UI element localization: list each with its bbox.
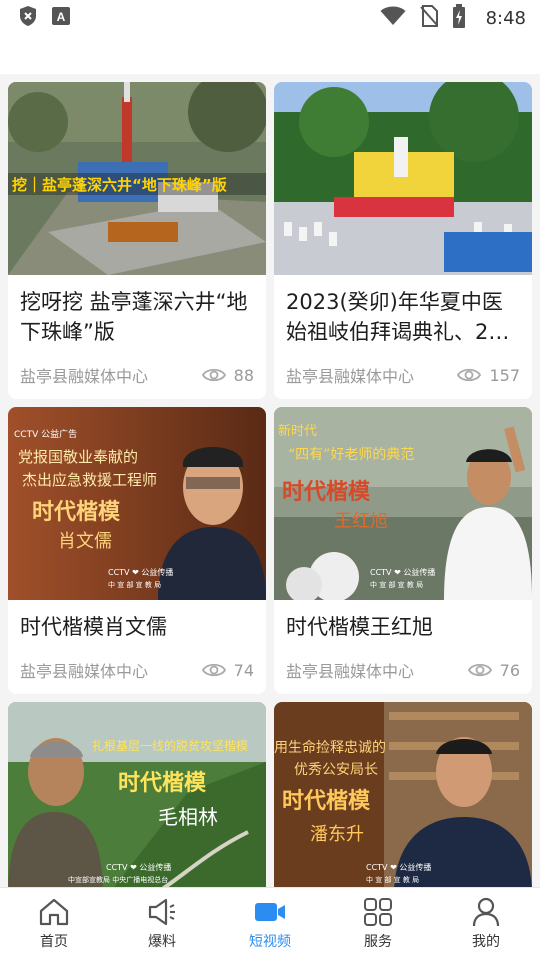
view-count-value: 76 <box>499 660 520 680</box>
thumbnail-brand: CCTV ❤ 公益传播 <box>366 862 431 872</box>
thumbnail-caption: 挖｜盐亭蓬深六井“地下珠峰”版 <box>12 176 227 194</box>
video-thumbnail[interactable]: 新时代 “四有”好老师的典范 时代楷模 王红旭 CCTV ❤ 公益传播 中 宣 … <box>274 407 532 600</box>
wifi-icon <box>380 6 406 30</box>
battery-charging-icon <box>452 4 466 32</box>
svg-text:A: A <box>57 10 66 24</box>
eye-icon <box>201 368 226 382</box>
video-thumbnail[interactable]: 用生命捡释忠诚的 优秀公安局长 时代楷模 潘东升 CCTV ❤ 公益传播 中 宣… <box>274 702 532 895</box>
thumbnail-brand: CCTV ❤ 公益传播 <box>108 567 173 577</box>
grid-apps-icon <box>364 898 392 926</box>
video-grid: 挖｜盐亭蓬深六井“地下珠峰”版 挖呀挖 盐亭蓬深六井“地下珠峰”版 盐亭县融媒体… <box>8 82 532 895</box>
role-model-portrait-image: 扎根基层一线的脱贫攻坚楷模 时代楷模 毛相林 CCTV ❤ 公益传播 中宣部宣教… <box>8 702 266 895</box>
video-card[interactable]: 新时代 “四有”好老师的典范 时代楷模 王红旭 CCTV ❤ 公益传播 中 宣 … <box>274 407 532 694</box>
nav-item-profile[interactable]: 我的 <box>436 897 536 951</box>
drilling-site-image: 挖｜盐亭蓬深六井“地下珠峰”版 <box>8 82 266 275</box>
video-title[interactable]: 时代楷模王红旭 <box>286 612 520 642</box>
view-count: 74 <box>201 660 254 680</box>
thumbnail-caption: 时代楷模 <box>282 788 371 814</box>
nav-item-services[interactable]: 服务 <box>328 897 428 951</box>
thumbnail-tag: CCTV 公益广告 <box>14 428 77 440</box>
thumbnail-brand: 中 宣 部 宣 教 局 <box>108 580 161 589</box>
video-camera-icon <box>255 903 285 921</box>
thumbnail-caption: 时代楷模 <box>282 479 371 505</box>
status-bar: A 8:48 <box>0 0 540 36</box>
bottom-navigation: 首页 爆料 短视频 服务 我的 <box>0 887 540 960</box>
user-icon <box>472 897 500 927</box>
view-count-value: 74 <box>233 660 254 680</box>
thumbnail-brand: 中 宣 部 宣 教 局 <box>366 875 419 884</box>
video-thumbnail[interactable]: 扎根基层一线的脱贫攻坚楷模 时代楷模 毛相林 CCTV ❤ 公益传播 中宣部宣教… <box>8 702 266 895</box>
megaphone-icon <box>148 898 175 926</box>
role-model-portrait-image: 用生命捡释忠诚的 优秀公安局长 时代楷模 潘东升 CCTV ❤ 公益传播 中 宣… <box>274 702 532 895</box>
nav-item-short-video[interactable]: 短视频 <box>220 897 320 951</box>
thumbnail-caption: 时代楷模 <box>118 770 207 796</box>
thumbnail-caption: 杰出应急救援工程师 <box>22 471 157 489</box>
video-card[interactable]: 挖｜盐亭蓬深六井“地下珠峰”版 挖呀挖 盐亭蓬深六井“地下珠峰”版 盐亭县融媒体… <box>8 82 266 399</box>
nav-label: 我的 <box>472 934 500 950</box>
view-count: 157 <box>457 366 520 385</box>
role-model-portrait-image: CCTV 公益广告 党报国敬业奉献的 杰出应急救援工程师 时代楷模 肖文儒 CC… <box>8 407 266 600</box>
video-card[interactable]: 用生命捡释忠诚的 优秀公安局长 时代楷模 潘东升 CCTV ❤ 公益传播 中 宣… <box>274 702 532 895</box>
role-model-portrait-image: 新时代 “四有”好老师的典范 时代楷模 王红旭 CCTV ❤ 公益传播 中 宣 … <box>274 407 532 600</box>
nav-item-home[interactable]: 首页 <box>4 897 104 951</box>
view-count: 76 <box>467 660 520 680</box>
thumbnail-brand: 中 宣 部 宣 教 局 <box>370 580 423 589</box>
video-source: 盐亭县融媒体中心 <box>20 662 149 681</box>
shield-icon <box>18 5 38 31</box>
video-thumbnail[interactable]: 挖｜盐亭蓬深六井“地下珠峰”版 <box>8 82 266 275</box>
video-source: 盐亭县融媒体中心 <box>20 367 149 386</box>
video-thumbnail[interactable] <box>274 82 532 275</box>
video-card[interactable]: CCTV 公益广告 党报国敬业奉献的 杰出应急救援工程师 时代楷模 肖文儒 CC… <box>8 407 266 694</box>
thumbnail-caption: 优秀公安局长 <box>294 762 378 778</box>
thumbnail-caption: 党报国敬业奉献的 <box>18 448 138 466</box>
nav-label: 首页 <box>40 934 68 950</box>
header-area <box>0 36 540 74</box>
view-count: 88 <box>201 365 254 385</box>
clock: 8:48 <box>485 7 526 29</box>
thumbnail-brand: 中宣部宣教局 中央广播电视总台 <box>68 875 168 884</box>
thumbnail-caption: 用生命捡释忠诚的 <box>274 739 386 756</box>
thumbnail-caption: 王红旭 <box>334 511 388 532</box>
nav-label: 短视频 <box>249 934 291 950</box>
ceremony-image <box>274 82 532 275</box>
nav-label: 爆料 <box>148 934 176 950</box>
no-sim-icon <box>419 5 438 31</box>
video-thumbnail[interactable]: CCTV 公益广告 党报国敬业奉献的 杰出应急救援工程师 时代楷模 肖文儒 CC… <box>8 407 266 600</box>
video-source: 盐亭县融媒体中心 <box>286 662 415 681</box>
nav-label: 服务 <box>364 934 392 950</box>
video-card[interactable]: 2023(癸卯)年华夏中医始祖岐伯拜谒典礼、2… 盐亭县融媒体中心 157 <box>274 82 532 399</box>
video-card[interactable]: 扎根基层一线的脱贫攻坚楷模 时代楷模 毛相林 CCTV ❤ 公益传播 中宣部宣教… <box>8 702 266 895</box>
thumbnail-caption: 扎根基层一线的脱贫攻坚楷模 <box>92 738 248 753</box>
thumbnail-caption: 潘东升 <box>310 824 364 845</box>
video-source: 盐亭县融媒体中心 <box>286 367 415 386</box>
thumbnail-caption: 毛相林 <box>158 805 218 829</box>
home-icon <box>39 898 69 926</box>
thumbnail-brand: CCTV ❤ 公益传播 <box>370 567 435 577</box>
thumbnail-caption: “四有”好老师的典范 <box>288 446 414 463</box>
eye-icon <box>467 663 492 677</box>
a-box-icon: A <box>52 7 70 29</box>
video-title[interactable]: 挖呀挖 盐亭蓬深六井“地下珠峰”版 <box>20 287 254 347</box>
eye-icon <box>457 368 482 382</box>
thumbnail-brand: CCTV ❤ 公益传播 <box>106 862 171 872</box>
thumbnail-caption: 时代楷模 <box>32 499 121 525</box>
thumbnail-caption: 新时代 <box>278 423 317 439</box>
view-count-value: 88 <box>233 365 254 385</box>
eye-icon <box>201 663 226 677</box>
thumbnail-caption: 肖文儒 <box>58 531 112 552</box>
video-title[interactable]: 2023(癸卯)年华夏中医始祖岐伯拜谒典礼、2… <box>286 287 520 347</box>
view-count-value: 157 <box>489 365 520 385</box>
nav-item-report[interactable]: 爆料 <box>112 897 212 951</box>
video-title[interactable]: 时代楷模肖文儒 <box>20 612 254 642</box>
